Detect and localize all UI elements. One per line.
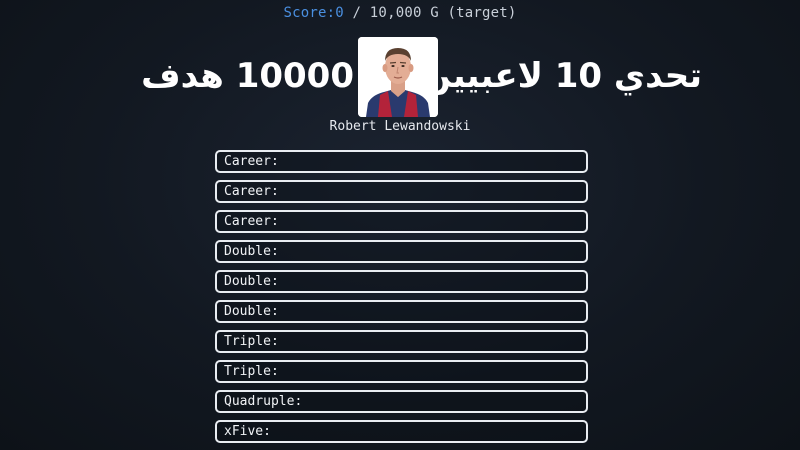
slot-career-1[interactable]: Career:: [215, 150, 588, 173]
slot-career-3[interactable]: Career:: [215, 210, 588, 233]
slot-triple-2[interactable]: Triple:: [215, 360, 588, 383]
title-row: 10000 هدف تحدي 10 لاعبيين: [0, 37, 800, 117]
slot-double-3[interactable]: Double:: [215, 300, 588, 323]
score-display: Score:0 / 10,000 G (target): [0, 5, 800, 21]
slot-xfive[interactable]: xFive:: [215, 420, 588, 443]
title-goal-text: 10000 هدف: [141, 56, 354, 96]
slot-double-2[interactable]: Double:: [215, 270, 588, 293]
slot-quadruple[interactable]: Quadruple:: [215, 390, 588, 413]
slot-triple-1[interactable]: Triple:: [215, 330, 588, 353]
player-name: Robert Lewandowski: [329, 119, 471, 134]
answer-slots: Career: Career: Career: Double: Double: …: [215, 150, 588, 450]
slot-double-1[interactable]: Double:: [215, 240, 588, 263]
score-label: Score:: [283, 5, 336, 21]
score-value: 0: [335, 5, 344, 21]
score-target: / 10,000 G (target): [343, 5, 517, 21]
title-challenge-text: تحدي 10 لاعبيين: [422, 56, 702, 96]
slot-career-2[interactable]: Career:: [215, 180, 588, 203]
